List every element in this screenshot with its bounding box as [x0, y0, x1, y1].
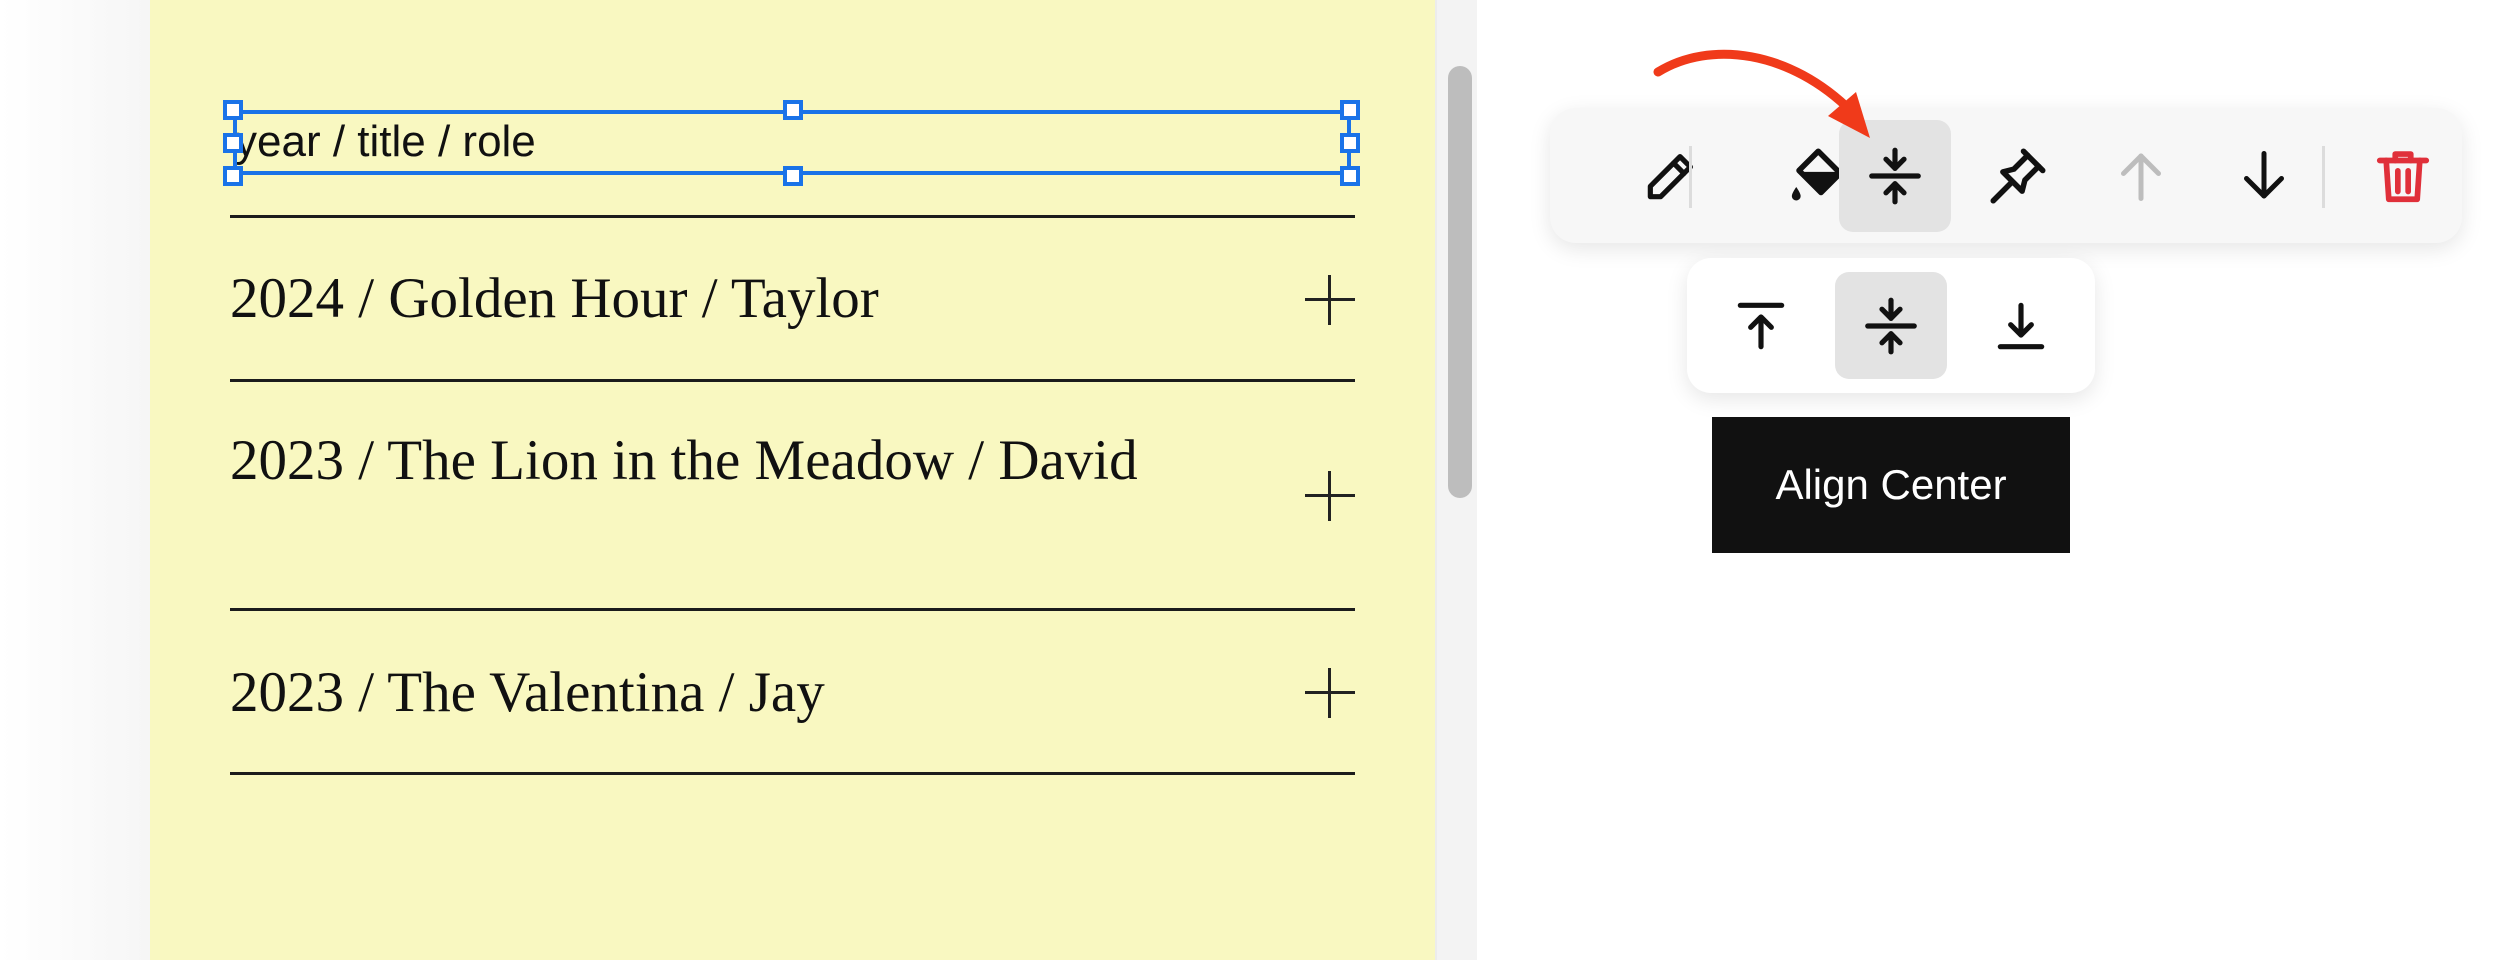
tooltip: Align Center: [1712, 417, 2070, 553]
align-top-button[interactable]: [1705, 272, 1817, 379]
plus-icon[interactable]: [1305, 471, 1355, 521]
resize-handle-bottom-right[interactable]: [1340, 166, 1360, 186]
list-item-title[interactable]: 2023 / The Valentina / Jay: [230, 660, 1180, 726]
divider: [230, 379, 1355, 382]
list-item-title[interactable]: 2024 / Golden Hour / Taylor: [230, 266, 1180, 332]
resize-handle-bottom-center[interactable]: [783, 166, 803, 186]
align-top-icon: [1737, 302, 1785, 349]
resize-handle-middle-right[interactable]: [1340, 133, 1360, 153]
pencil-icon: [1647, 154, 1693, 200]
move-up-button[interactable]: [2085, 120, 2197, 232]
align-menu: [1687, 258, 2095, 393]
align-center-icon: [1869, 147, 1921, 205]
plus-icon[interactable]: [1305, 668, 1355, 718]
align-center-button[interactable]: [1835, 272, 1947, 379]
divider: [230, 215, 1355, 218]
delete-button[interactable]: [2347, 120, 2459, 232]
list-item-title[interactable]: 2023 / The Lion in the Meadow / David: [230, 428, 1180, 494]
resize-handle-bottom-left[interactable]: [223, 166, 243, 186]
arrow-down-icon: [2244, 151, 2284, 199]
resize-handle-top-left[interactable]: [223, 100, 243, 120]
move-down-button[interactable]: [2208, 120, 2320, 232]
resize-handle-top-center[interactable]: [783, 100, 803, 120]
toolbar-separator: [2322, 146, 2325, 208]
resize-handle-middle-left[interactable]: [223, 133, 243, 153]
toolbar-separator: [1689, 146, 1692, 208]
align-bottom-button[interactable]: [1965, 272, 2077, 379]
pin-button[interactable]: [1962, 120, 2074, 232]
canvas-gutter: [0, 0, 150, 960]
divider: [230, 608, 1355, 611]
arrow-up-icon: [2121, 153, 2161, 201]
align-bottom-icon: [1997, 302, 2045, 349]
annotation-arrow: [1653, 49, 1870, 138]
trash-icon: [2376, 151, 2430, 203]
divider: [230, 772, 1355, 775]
resize-handle-top-right[interactable]: [1340, 100, 1360, 120]
align-center-icon: [1865, 297, 1917, 354]
plus-icon[interactable]: [1305, 275, 1355, 325]
scrollbar-thumb[interactable]: [1448, 66, 1472, 498]
editor-root: year / title / role 2024 / Golden Hour /…: [0, 0, 2500, 960]
pin-icon: [1990, 148, 2046, 204]
